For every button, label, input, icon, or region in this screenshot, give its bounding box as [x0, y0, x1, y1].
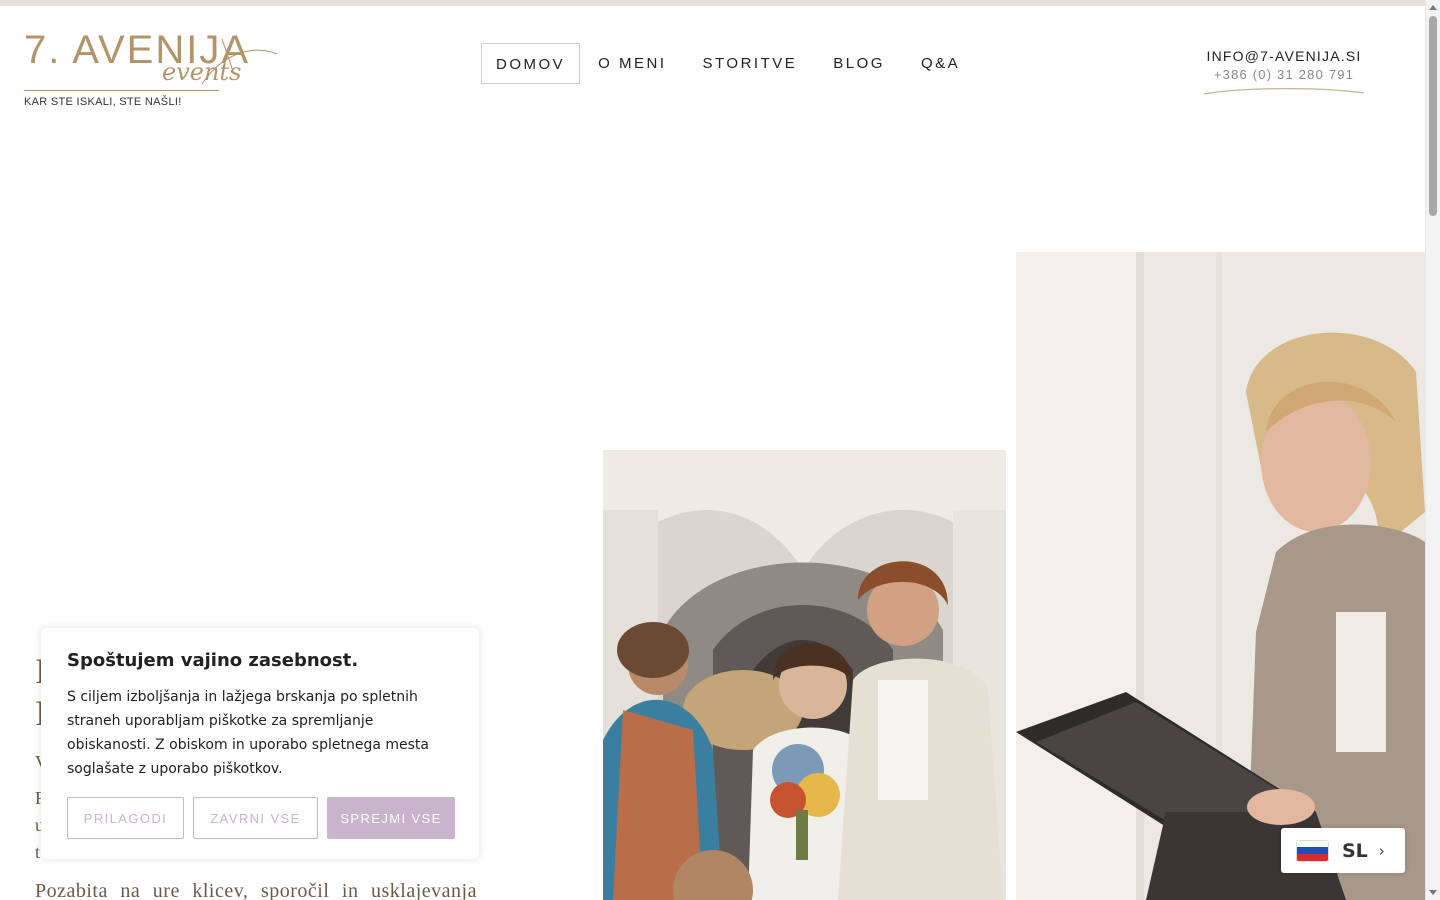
contact-phone-link[interactable]: +386 (0) 31 280 791 [1203, 66, 1365, 84]
cookie-description: S ciljem izboljšanja in lažjega brskanja… [67, 689, 429, 777]
main-nav: DOMOV O MENI STORITVE BLOG Q&A [481, 43, 978, 84]
chevron-right-icon: › [1378, 841, 1385, 860]
hero-paragraph-peek: Pozabita na ure klicev, sporočil in uskl… [35, 880, 477, 900]
page-scrollbar[interactable] [1425, 0, 1440, 900]
peek-word: klicev, [192, 880, 249, 900]
scrollbar-thumb[interactable] [1429, 16, 1437, 216]
logo-divider [24, 90, 219, 91]
cookie-title: Spoštujem vajino zasebnost. [67, 650, 359, 671]
language-code: SL [1342, 839, 1368, 862]
cookie-accept-all-button[interactable]: SPREJMI VSE [327, 797, 455, 839]
nav-item-blog[interactable]: BLOG [815, 43, 903, 84]
peek-word: na [120, 880, 141, 900]
cookie-button-group: PRILAGODI ZAVRNI VSE SPREJMI VSE [67, 797, 455, 839]
nav-item-qa[interactable]: Q&A [903, 43, 978, 84]
scroll-down-arrow-icon[interactable] [1429, 890, 1437, 895]
hero-text-fragment-4: t [35, 842, 41, 862]
event-planner-photo [1016, 252, 1425, 900]
peek-word: usklajevanja [370, 880, 477, 900]
site-logo[interactable]: 7. AVENIJA events KAR STE ISKALI, STE NA… [22, 28, 282, 113]
nav-item-domov[interactable]: DOMOV [481, 43, 581, 84]
logo-script: events [162, 58, 242, 86]
scroll-up-arrow-icon[interactable] [1429, 5, 1437, 10]
logo-tagline: KAR STE ISKALI, STE NAŠLI! [24, 96, 182, 108]
peek-word: sporočil [260, 880, 330, 900]
nav-item-o-meni[interactable]: O MENI [580, 43, 684, 84]
peek-word: in [341, 880, 359, 900]
peek-word: ure [152, 880, 180, 900]
peek-word: Pozabita [35, 880, 108, 900]
contact-email-link[interactable]: INFO@7-AVENIJA.SI [1203, 46, 1365, 66]
wedding-couple-photo [603, 450, 1006, 900]
nav-item-storitve[interactable]: STORITVE [685, 43, 816, 84]
cookie-reject-all-button[interactable]: ZAVRNI VSE [193, 797, 318, 839]
cookie-consent-banner: Spoštujem vajino zasebnost. S ciljem izb… [41, 628, 479, 859]
contact-underline-swash [1203, 88, 1365, 95]
top-accent-strip [0, 0, 1425, 6]
header-contact: INFO@7-AVENIJA.SI +386 (0) 31 280 791 [1203, 46, 1365, 96]
language-switcher[interactable]: SL › [1281, 828, 1405, 873]
cookie-customize-button[interactable]: PRILAGODI [67, 797, 184, 839]
slovenia-flag-icon [1296, 839, 1329, 862]
